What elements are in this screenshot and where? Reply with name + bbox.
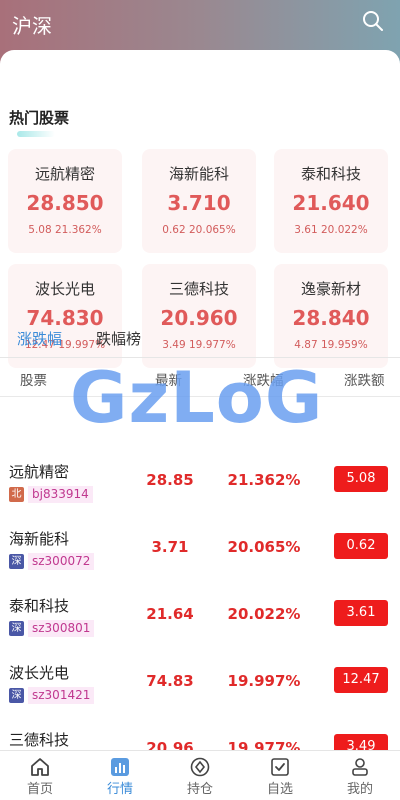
card-stock-price: 3.710 bbox=[167, 191, 231, 215]
card-stock-change: 0.62 20.065% bbox=[162, 224, 236, 236]
row-stock-code: bj833914 bbox=[28, 486, 93, 503]
row-latest-price: 28.85 bbox=[146, 471, 194, 489]
column-header-stock: 股票 bbox=[20, 373, 47, 389]
card-stock-price: 20.960 bbox=[160, 306, 238, 330]
row-stock-name: 泰和科技 bbox=[9, 597, 70, 615]
row-change-percent: 19.997% bbox=[227, 672, 301, 690]
market-badge: 深 bbox=[9, 554, 24, 569]
card-stock-price: 28.850 bbox=[26, 191, 104, 215]
row-change-percent: 20.065% bbox=[227, 538, 301, 556]
column-header-pct: 涨跌幅 bbox=[243, 373, 284, 389]
row-latest-price: 21.64 bbox=[146, 605, 194, 623]
tab-gainers[interactable]: 涨跌幅 bbox=[17, 328, 62, 349]
hot-stock-card[interactable]: 海新能科 3.710 0.62 20.065% bbox=[142, 149, 256, 253]
market-badge: 深 bbox=[9, 688, 24, 703]
table-row[interactable]: 远航精密 北 bj833914 28.85 21.362% 5.08 bbox=[0, 449, 400, 516]
card-stock-name: 三德科技 bbox=[168, 280, 229, 298]
row-change-amount: 12.47 bbox=[334, 667, 388, 693]
hot-stock-card[interactable]: 泰和科技 21.640 3.61 20.022% bbox=[274, 149, 388, 253]
card-stock-change: 5.08 21.362% bbox=[28, 224, 102, 236]
card-stock-name: 海新能科 bbox=[168, 165, 229, 183]
card-stock-name: 逸豪新材 bbox=[300, 280, 361, 298]
nav-watchlist-label: 自选 bbox=[266, 782, 293, 797]
row-stock-name: 海新能科 bbox=[9, 530, 70, 548]
tab-divider bbox=[0, 357, 400, 358]
row-stock-name: 远航精密 bbox=[9, 463, 70, 481]
hot-stocks-title: 热门股票 bbox=[9, 109, 70, 127]
section-underline bbox=[17, 131, 55, 137]
row-change-amount: 3.49 bbox=[334, 734, 388, 750]
nav-mine[interactable]: 我的 bbox=[320, 751, 400, 800]
card-stock-name: 波长光电 bbox=[34, 280, 95, 298]
table-row[interactable]: 泰和科技 深 sz300801 21.64 20.022% 3.61 bbox=[0, 583, 400, 650]
card-stock-price: 21.640 bbox=[292, 191, 370, 215]
user-icon bbox=[352, 758, 368, 776]
row-stock-code: sz301421 bbox=[28, 687, 95, 704]
tab-losers[interactable]: 跌幅榜 bbox=[96, 328, 141, 349]
nav-holdings-label: 持仓 bbox=[186, 782, 213, 797]
table-row[interactable]: 海新能科 深 sz300072 3.71 20.065% 0.62 bbox=[0, 516, 400, 583]
row-stock-name: 三德科技 bbox=[9, 731, 70, 749]
market-badge: 深 bbox=[9, 621, 24, 636]
chart-icon bbox=[111, 758, 129, 776]
row-change-amount: 0.62 bbox=[334, 533, 388, 559]
card-stock-change: 3.61 20.022% bbox=[294, 224, 368, 236]
search-icon[interactable] bbox=[362, 10, 384, 32]
checkbox-icon bbox=[271, 758, 289, 776]
page-title: 沪深 bbox=[12, 14, 52, 38]
bottom-nav: 首页 行情 持仓 自选 我的 bbox=[0, 750, 400, 800]
column-header-amount: 涨跌额 bbox=[344, 373, 385, 389]
row-change-amount: 5.08 bbox=[334, 466, 388, 492]
row-change-percent: 21.362% bbox=[227, 471, 301, 489]
row-change-percent: 20.022% bbox=[227, 605, 301, 623]
card-stock-name: 泰和科技 bbox=[300, 165, 361, 183]
card-stock-price: 28.840 bbox=[292, 306, 370, 330]
hot-stock-card[interactable]: 逸豪新材 28.840 4.87 19.959% bbox=[274, 264, 388, 368]
row-change-amount: 3.61 bbox=[334, 600, 388, 626]
column-header-latest: 最新 bbox=[155, 373, 182, 389]
row-latest-price: 3.71 bbox=[151, 538, 189, 556]
card-stock-name: 远航精密 bbox=[34, 165, 95, 183]
header-divider bbox=[0, 396, 400, 397]
hot-stock-card[interactable]: 波长光电 74.830 12.47 19.997% bbox=[8, 264, 122, 368]
nav-mine-label: 我的 bbox=[346, 782, 373, 797]
row-stock-name: 波长光电 bbox=[9, 664, 70, 682]
nav-market-label: 行情 bbox=[106, 782, 133, 797]
card-stock-change: 4.87 19.959% bbox=[294, 339, 368, 351]
nav-holdings[interactable]: 持仓 bbox=[160, 751, 240, 800]
row-stock-code: sz300072 bbox=[28, 553, 95, 570]
nav-watchlist[interactable]: 自选 bbox=[240, 751, 320, 800]
card-stock-price: 74.830 bbox=[26, 306, 104, 330]
nav-home[interactable]: 首页 bbox=[0, 751, 80, 800]
hot-stock-card[interactable]: 远航精密 28.850 5.08 21.362% bbox=[8, 149, 122, 253]
home-icon bbox=[31, 758, 49, 776]
nav-home-label: 首页 bbox=[26, 782, 53, 797]
hot-stock-card[interactable]: 三德科技 20.960 3.49 19.977% bbox=[142, 264, 256, 368]
row-latest-price: 74.83 bbox=[146, 672, 194, 690]
table-row[interactable]: 三德科技 深 sz300515 20.96 19.977% 3.49 bbox=[0, 717, 400, 750]
row-change-percent: 19.977% bbox=[227, 739, 301, 750]
market-badge: 北 bbox=[9, 487, 24, 502]
row-latest-price: 20.96 bbox=[146, 739, 194, 750]
holdings-icon bbox=[190, 757, 210, 777]
card-stock-change: 3.49 19.977% bbox=[162, 339, 236, 351]
table-row[interactable]: 波长光电 深 sz301421 74.83 19.997% 12.47 bbox=[0, 650, 400, 717]
nav-market[interactable]: 行情 bbox=[80, 751, 160, 800]
row-stock-code: sz300801 bbox=[28, 620, 95, 637]
